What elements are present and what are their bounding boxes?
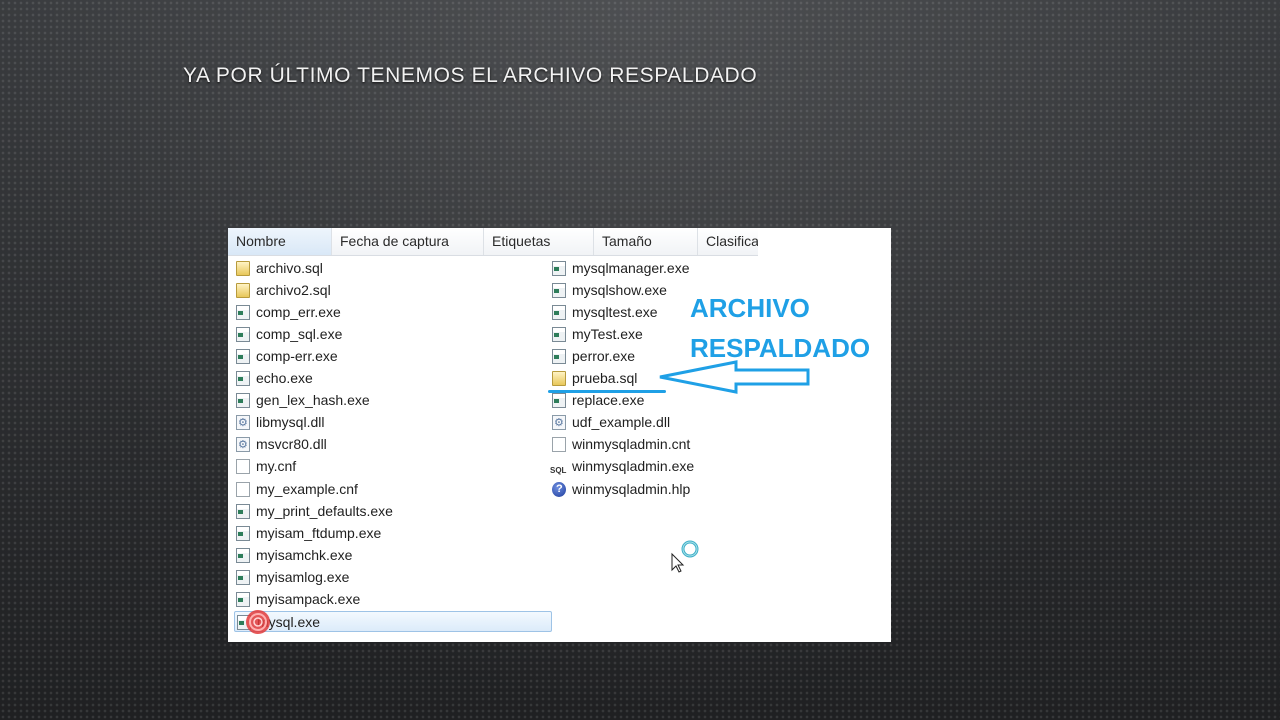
exe-file-icon <box>236 503 250 519</box>
exe-file-icon <box>236 370 250 386</box>
file-name: myisamlog.exe <box>256 569 350 585</box>
exe-file-icon <box>236 547 250 563</box>
file-name: mysqlmanager.exe <box>572 260 690 276</box>
file-name: mysqltest.exe <box>572 304 658 320</box>
dll-file-icon <box>236 435 250 456</box>
file-name: winmysqladmin.hlp <box>572 481 691 497</box>
file-name: myisampack.exe <box>256 591 361 607</box>
file-name: mysqlshow.exe <box>572 282 667 298</box>
file-name: comp_sql.exe <box>256 326 343 342</box>
document-icon <box>552 436 566 452</box>
backup-annotation: ARCHIVO RESPALDADO <box>690 288 870 368</box>
exe-file-icon <box>552 260 566 276</box>
document-icon <box>236 458 250 474</box>
exe-file-icon <box>236 591 250 607</box>
column-header-clasificacion[interactable]: Clasifica <box>698 228 758 255</box>
file-name: replace.exe <box>572 392 645 408</box>
file-item[interactable]: archivo2.sql <box>236 280 331 301</box>
file-name: my.cnf <box>256 458 297 474</box>
file-name: my_example.cnf <box>256 481 358 497</box>
file-explorer: Nombre Fecha de captura Etiquetas Tamaño… <box>228 228 758 642</box>
annotation-line-2: RESPALDADO <box>690 333 871 363</box>
file-name: myisam_ftdump.exe <box>256 525 382 541</box>
file-item-backup[interactable]: prueba.sql <box>552 368 637 389</box>
file-name: myisamchk.exe <box>256 547 353 563</box>
column-headers: Nombre Fecha de captura Etiquetas Tamaño… <box>228 228 758 256</box>
file-name: archivo2.sql <box>256 282 331 298</box>
file-name: my_print_defaults.exe <box>256 503 393 519</box>
file-name: perror.exe <box>572 348 636 364</box>
sql-file-icon <box>236 282 250 298</box>
file-item[interactable]: udf_example.dll <box>552 412 671 434</box>
click-indicator-icon <box>246 610 270 634</box>
file-item[interactable]: myisamchk.exe <box>236 545 352 566</box>
file-item[interactable]: mysqlshow.exe <box>552 280 667 301</box>
sql-file-icon <box>552 370 566 386</box>
file-name: echo.exe <box>256 370 313 386</box>
column-header-etiquetas[interactable]: Etiquetas <box>484 228 594 255</box>
file-item[interactable]: comp-err.exe <box>236 346 338 367</box>
help-file-icon <box>552 479 566 500</box>
exe-file-icon <box>236 392 250 408</box>
slide-title: YA POR ÚLTIMO TENEMOS EL ARCHIVO RESPALD… <box>183 64 758 87</box>
file-name: gen_lex_hash.exe <box>256 392 370 408</box>
column-header-tamano[interactable]: Tamaño <box>594 228 698 255</box>
file-item[interactable]: my.cnf <box>236 456 296 477</box>
file-item[interactable]: mysqltest.exe <box>552 302 658 323</box>
file-item[interactable]: myisamlog.exe <box>236 567 349 588</box>
exe-file-icon <box>236 348 250 364</box>
file-item[interactable]: comp_err.exe <box>236 302 341 323</box>
file-name: winmysqladmin.cnt <box>572 436 691 452</box>
sql-app-icon <box>550 459 566 481</box>
dll-file-icon <box>236 413 250 434</box>
exe-file-icon <box>552 392 566 408</box>
file-name: comp-err.exe <box>256 348 338 364</box>
file-item[interactable]: my_print_defaults.exe <box>236 501 393 522</box>
highlight-underline <box>548 390 666 393</box>
file-name: libmysql.dll <box>256 414 325 430</box>
file-name: comp_err.exe <box>256 304 341 320</box>
file-name: msvcr80.dll <box>256 436 327 452</box>
file-name: udf_example.dll <box>572 414 671 430</box>
exe-file-icon <box>236 569 250 585</box>
file-item[interactable]: winmysqladmin.hlp <box>552 479 690 500</box>
file-item[interactable]: myTest.exe <box>552 324 643 345</box>
file-name: winmysqladmin.exe <box>572 458 695 474</box>
exe-file-icon <box>236 326 250 342</box>
file-name: myTest.exe <box>572 326 643 342</box>
column-header-nombre[interactable]: Nombre <box>228 228 332 255</box>
exe-file-icon <box>552 348 566 364</box>
file-item[interactable]: perror.exe <box>552 346 635 367</box>
file-item[interactable]: winmysqladmin.exe <box>550 456 695 481</box>
column-header-fecha[interactable]: Fecha de captura <box>332 228 484 255</box>
exe-file-icon <box>552 282 566 298</box>
file-item[interactable]: msvcr80.dll <box>236 434 327 456</box>
exe-file-icon <box>236 304 250 320</box>
file-item-selected[interactable]: mysql.exe <box>234 611 552 632</box>
exe-file-icon <box>552 326 566 342</box>
file-item[interactable]: myisam_ftdump.exe <box>236 523 381 544</box>
exe-file-icon <box>552 304 566 320</box>
file-item[interactable]: comp_sql.exe <box>236 324 342 345</box>
exe-file-icon <box>236 525 250 541</box>
file-item[interactable]: archivo.sql <box>236 258 323 279</box>
dll-file-icon <box>552 413 566 434</box>
file-name: archivo.sql <box>256 260 323 276</box>
file-item[interactable]: echo.exe <box>236 368 313 389</box>
document-icon <box>236 481 250 497</box>
file-item[interactable]: mysqlmanager.exe <box>552 258 690 279</box>
busy-cursor-icon <box>671 540 699 573</box>
file-item[interactable]: gen_lex_hash.exe <box>236 390 370 411</box>
file-item[interactable]: replace.exe <box>552 390 644 411</box>
sql-file-icon <box>236 260 250 276</box>
file-item[interactable]: my_example.cnf <box>236 479 358 500</box>
explorer-screenshot: Nombre Fecha de captura Etiquetas Tamaño… <box>228 228 891 642</box>
file-name: prueba.sql <box>572 370 638 386</box>
annotation-line-1: ARCHIVO <box>690 293 810 323</box>
file-item[interactable]: winmysqladmin.cnt <box>552 434 690 455</box>
file-item[interactable]: libmysql.dll <box>236 412 325 434</box>
